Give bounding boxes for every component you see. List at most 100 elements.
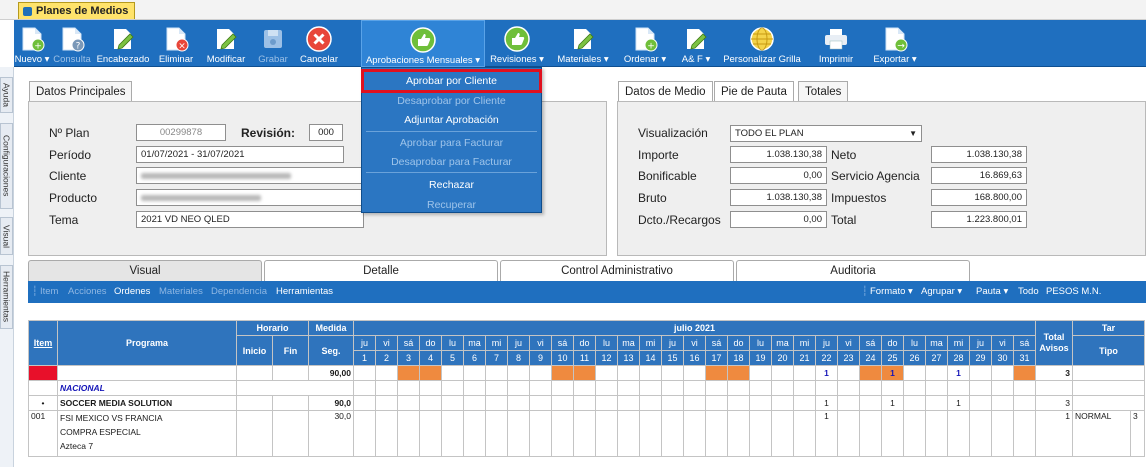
tab-pie-de-pauta[interactable]: Pie de Pauta bbox=[714, 81, 794, 102]
day-cell[interactable] bbox=[991, 365, 1014, 381]
grid-toolbar-item-1[interactable]: Acciones bbox=[68, 281, 107, 303]
day-cell[interactable] bbox=[771, 395, 794, 411]
menu-item-5[interactable]: Rechazar bbox=[362, 176, 541, 195]
day-cell[interactable] bbox=[947, 380, 970, 396]
toolbar-button-12[interactable]: Personalizar Grilla bbox=[718, 20, 806, 67]
tab-control-administrativo[interactable]: Control Administrativo bbox=[500, 260, 734, 281]
day-cell[interactable] bbox=[705, 365, 728, 381]
day-cell[interactable] bbox=[771, 380, 794, 396]
revision-field[interactable]: 000 bbox=[309, 124, 343, 141]
tab-visual[interactable]: Visual bbox=[28, 260, 262, 281]
toolbar-button-8[interactable]: Revisiones ▾ bbox=[486, 20, 548, 67]
day-cell[interactable] bbox=[683, 395, 706, 411]
day-cell[interactable] bbox=[947, 410, 970, 457]
day-cell[interactable] bbox=[859, 365, 882, 381]
day-cell[interactable] bbox=[903, 395, 926, 411]
toolbar-button-4[interactable]: Modificar bbox=[201, 20, 251, 67]
day-cell[interactable] bbox=[925, 365, 948, 381]
producto-field-redacted[interactable] bbox=[136, 189, 364, 206]
toolbar-button-6[interactable]: Cancelar bbox=[296, 20, 342, 67]
day-cell[interactable] bbox=[353, 410, 376, 457]
day-cell[interactable] bbox=[419, 410, 442, 457]
day-cell[interactable] bbox=[441, 410, 464, 457]
day-cell[interactable] bbox=[485, 380, 508, 396]
day-cell[interactable] bbox=[397, 395, 420, 411]
day-cell[interactable] bbox=[595, 380, 618, 396]
visualizacion-select[interactable]: TODO EL PLAN ▼ bbox=[730, 125, 922, 142]
day-cell[interactable] bbox=[925, 410, 948, 457]
grid-toolbar-right-item-0[interactable]: Formato ▾ bbox=[870, 281, 913, 303]
grid-toolbar-right-item-3[interactable]: Todo bbox=[1018, 281, 1039, 303]
day-cell[interactable] bbox=[485, 365, 508, 381]
grid-toolbar-right-item-1[interactable]: Agrupar ▾ bbox=[921, 281, 962, 303]
grid-toolbar-item-2[interactable]: Ordenes bbox=[114, 281, 150, 303]
day-cell[interactable] bbox=[705, 380, 728, 396]
grid-toolbar-right-item-4[interactable]: PESOS M.N. bbox=[1046, 281, 1101, 303]
day-cell[interactable] bbox=[793, 410, 816, 457]
day-cell[interactable] bbox=[353, 380, 376, 396]
tab-datos-principales[interactable]: Datos Principales bbox=[29, 81, 133, 102]
day-cell[interactable] bbox=[771, 365, 794, 381]
day-cell[interactable] bbox=[551, 410, 574, 457]
day-cell[interactable] bbox=[375, 410, 398, 457]
menu-item-6[interactable]: Recuperar bbox=[362, 196, 541, 215]
day-cell[interactable] bbox=[749, 365, 772, 381]
day-cell[interactable] bbox=[705, 395, 728, 411]
day-cell[interactable] bbox=[529, 380, 552, 396]
grid-toolbar-right-item-2[interactable]: Pauta ▾ bbox=[976, 281, 1008, 303]
day-cell[interactable] bbox=[903, 410, 926, 457]
day-cell[interactable] bbox=[353, 365, 376, 381]
toolbar-button-13[interactable]: Imprimir bbox=[810, 20, 862, 67]
day-cell[interactable] bbox=[551, 365, 574, 381]
menu-item-1[interactable]: Desaprobar por Cliente bbox=[362, 92, 541, 111]
toolbar-button-1[interactable]: ? Consulta bbox=[52, 20, 92, 67]
toolbar-button-14[interactable]: → Exportar ▾ bbox=[865, 20, 925, 67]
day-cell[interactable] bbox=[639, 365, 662, 381]
day-cell[interactable] bbox=[925, 395, 948, 411]
day-cell[interactable] bbox=[991, 380, 1014, 396]
day-cell[interactable] bbox=[881, 410, 904, 457]
tab-detalle[interactable]: Detalle bbox=[264, 260, 498, 281]
app-tab-planes-de-medios[interactable]: Planes de Medios bbox=[18, 2, 136, 19]
day-cell[interactable] bbox=[969, 380, 992, 396]
day-cell[interactable] bbox=[573, 365, 596, 381]
day-cell[interactable] bbox=[485, 395, 508, 411]
day-cell[interactable] bbox=[573, 380, 596, 396]
toolbar-button-10[interactable]: + Ordenar ▾ bbox=[617, 20, 673, 67]
day-cell[interactable]: 1 bbox=[881, 365, 904, 381]
day-cell[interactable] bbox=[573, 395, 596, 411]
day-cell[interactable] bbox=[595, 410, 618, 457]
toolbar-button-2[interactable]: Encabezado bbox=[96, 20, 150, 67]
day-cell[interactable] bbox=[639, 380, 662, 396]
day-cell[interactable] bbox=[639, 410, 662, 457]
day-cell[interactable] bbox=[617, 380, 640, 396]
day-cell[interactable]: 1 bbox=[881, 395, 904, 411]
toolbar-button-9[interactable]: Materiales ▾ bbox=[553, 20, 613, 67]
day-cell[interactable] bbox=[397, 380, 420, 396]
menu-item-3[interactable]: Aprobar para Facturar bbox=[362, 134, 541, 153]
day-cell[interactable] bbox=[507, 395, 530, 411]
day-cell[interactable] bbox=[969, 410, 992, 457]
day-cell[interactable] bbox=[727, 410, 750, 457]
servicio-agencia-field[interactable]: 16.869,63 bbox=[931, 167, 1027, 184]
day-cell[interactable] bbox=[705, 410, 728, 457]
day-cell[interactable] bbox=[441, 365, 464, 381]
vendor-programa-cell[interactable]: SOCCER MEDIA SOLUTION bbox=[57, 395, 237, 411]
day-cell[interactable] bbox=[1013, 395, 1036, 411]
day-cell[interactable] bbox=[749, 395, 772, 411]
plan-number-field[interactable]: 00299878 bbox=[136, 124, 226, 141]
importe-field[interactable]: 1.038.130,38 bbox=[730, 146, 827, 163]
bruto-field[interactable]: 1.038.130,38 bbox=[730, 189, 827, 206]
day-cell[interactable] bbox=[661, 410, 684, 457]
day-cell[interactable] bbox=[815, 380, 838, 396]
day-cell[interactable]: 1 bbox=[815, 395, 838, 411]
day-cell[interactable] bbox=[441, 395, 464, 411]
day-cell[interactable] bbox=[507, 365, 530, 381]
rail-tab-configuraciones[interactable]: Configuraciones bbox=[0, 123, 13, 209]
total-field[interactable]: 1.223.800,01 bbox=[931, 211, 1027, 228]
day-cell[interactable] bbox=[463, 395, 486, 411]
day-cell[interactable] bbox=[661, 380, 684, 396]
day-cell[interactable] bbox=[573, 410, 596, 457]
day-cell[interactable] bbox=[639, 395, 662, 411]
day-cell[interactable] bbox=[375, 395, 398, 411]
